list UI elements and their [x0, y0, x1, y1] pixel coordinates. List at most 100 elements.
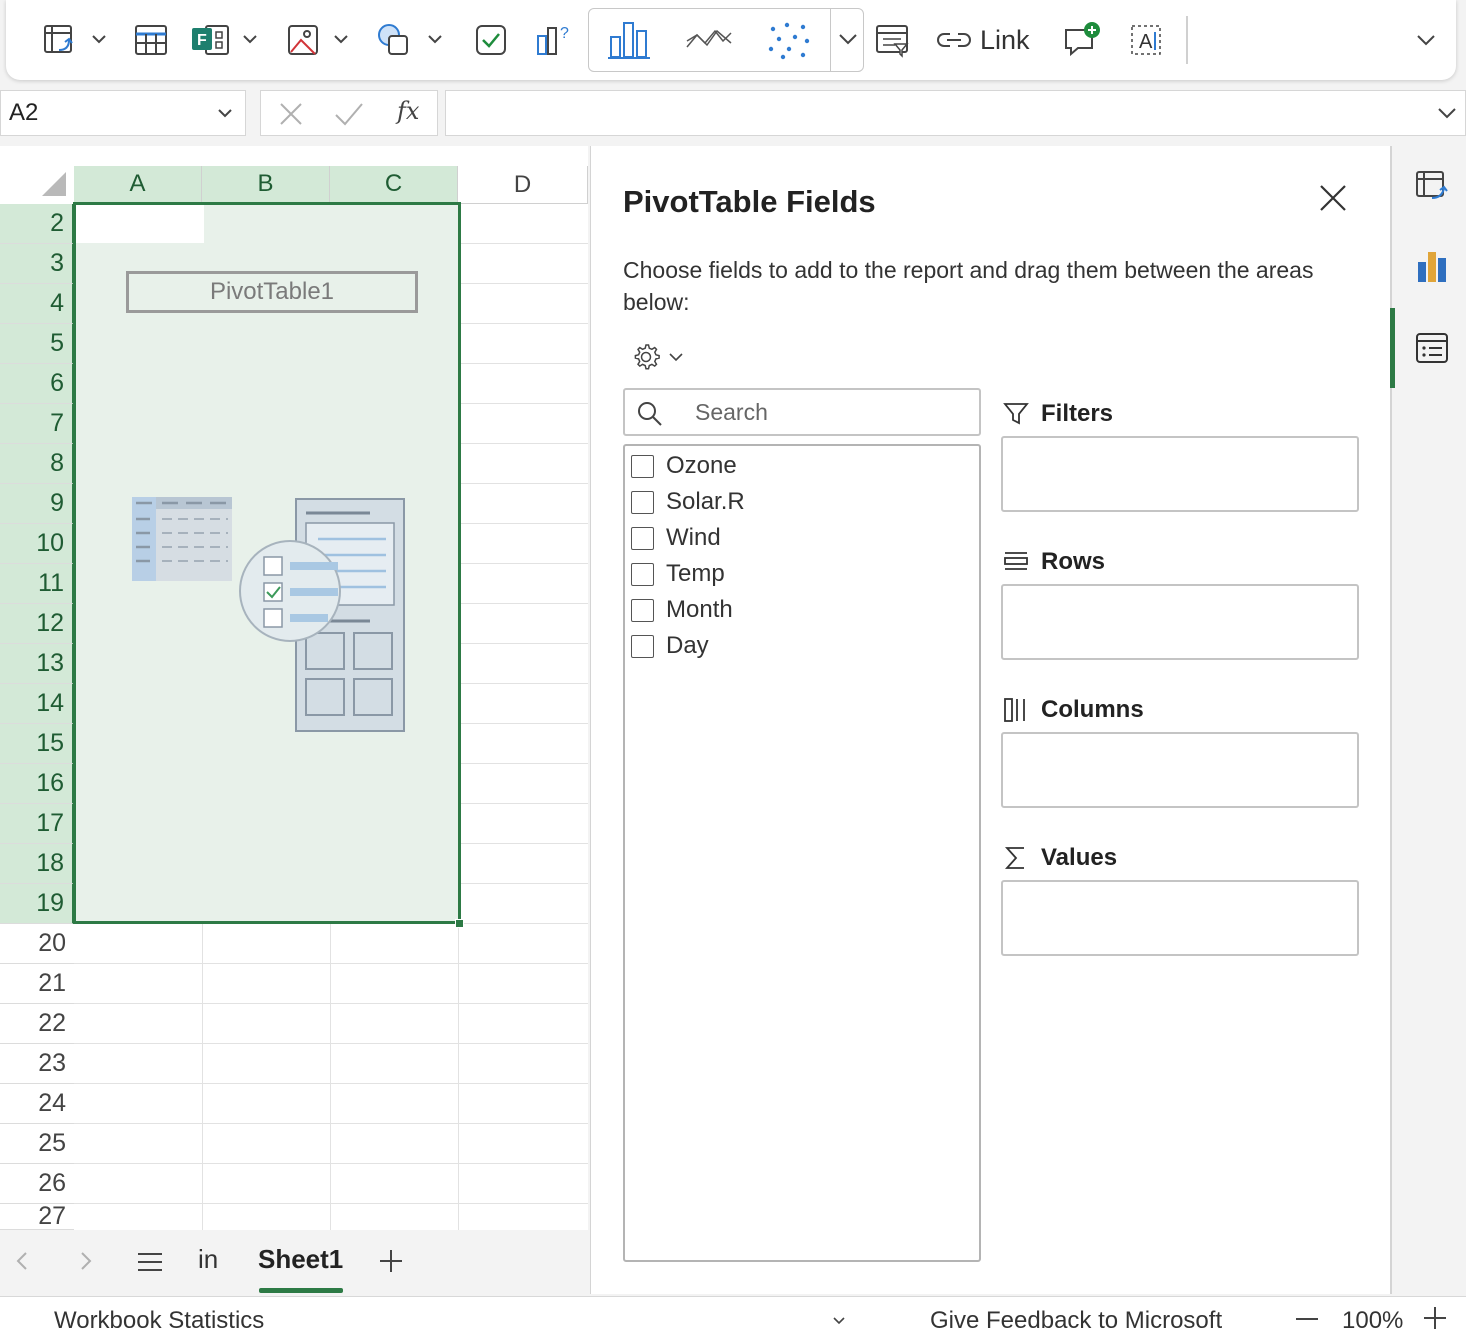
row-header[interactable]: 21	[0, 964, 74, 1004]
link-button[interactable]: Link	[936, 16, 1040, 64]
pivot-table-pane-icon[interactable]	[1414, 168, 1450, 204]
row-header[interactable]: 15	[0, 724, 74, 764]
chevron-down-icon[interactable]	[1435, 103, 1459, 123]
row-header[interactable]: 9	[0, 484, 74, 524]
row-header[interactable]: 7	[0, 404, 74, 444]
field-day[interactable]: Day	[631, 630, 709, 662]
row-header[interactable]: 4	[0, 284, 74, 324]
row-header[interactable]: 5	[0, 324, 74, 364]
give-feedback-link[interactable]: Give Feedback to Microsoft	[930, 1307, 1222, 1335]
checkbox-button[interactable]	[466, 16, 516, 64]
zoom-out-icon[interactable]	[1294, 1309, 1320, 1329]
row-header[interactable]: 27	[0, 1202, 74, 1230]
row-header[interactable]: 19	[0, 884, 74, 924]
cancel-icon[interactable]	[277, 100, 305, 128]
field-temp[interactable]: Temp	[631, 558, 725, 590]
row-header[interactable]: 8	[0, 444, 74, 484]
sheet-tab-sheet1[interactable]: Sheet1	[258, 1244, 343, 1275]
select-all-icon[interactable]	[40, 170, 68, 198]
row-header[interactable]: 25	[0, 1124, 74, 1164]
svg-text:?: ?	[560, 25, 569, 42]
columns-drop-zone[interactable]	[1001, 732, 1359, 808]
column-header-c[interactable]: C	[330, 166, 458, 204]
scroll-tabs-right-icon[interactable]	[76, 1250, 96, 1272]
recommended-charts-button[interactable]: ?	[530, 16, 582, 64]
search-input[interactable]	[695, 398, 965, 426]
row-header[interactable]: 18	[0, 844, 74, 884]
row-header[interactable]: 20	[0, 924, 74, 964]
line-chart-button[interactable]	[679, 15, 739, 63]
new-comment-button[interactable]	[1056, 16, 1106, 64]
row-gridline	[74, 1043, 588, 1044]
workbook-statistics-button[interactable]: Workbook Statistics	[54, 1307, 264, 1335]
field-ozone[interactable]: Ozone	[631, 450, 737, 482]
row-header[interactable]: 3	[0, 244, 74, 284]
chart-pane-icon[interactable]	[1414, 248, 1450, 284]
field-settings-button[interactable]	[631, 342, 691, 372]
row-header[interactable]: 26	[0, 1164, 74, 1204]
pivot-chart-button[interactable]	[868, 16, 918, 64]
column-header-b[interactable]: B	[202, 166, 330, 204]
row-header[interactable]: 13	[0, 644, 74, 684]
formula-controls: fx	[260, 90, 438, 136]
zoom-in-icon[interactable]	[1422, 1305, 1448, 1331]
rows-drop-zone[interactable]	[1001, 584, 1359, 660]
zoom-level[interactable]: 100%	[1342, 1307, 1403, 1335]
row-header[interactable]: 14	[0, 684, 74, 724]
row-header[interactable]: 16	[0, 764, 74, 804]
sheet-tab-in[interactable]: in	[198, 1244, 218, 1275]
formula-input[interactable]	[445, 90, 1466, 136]
row-header[interactable]: 12	[0, 604, 74, 644]
name-box[interactable]: A2	[0, 90, 246, 136]
field-checkbox[interactable]	[631, 454, 654, 478]
pivottable-fields-pane: PivotTable Fields Choose fields to add t…	[590, 146, 1390, 1294]
active-cell-a2[interactable]	[76, 205, 204, 243]
field-solar-r[interactable]: Solar.R	[631, 486, 745, 518]
row-header[interactable]: 2	[0, 204, 74, 244]
field-list-pane-icon[interactable]	[1414, 330, 1450, 366]
enter-icon[interactable]	[333, 100, 365, 128]
table-button[interactable]	[126, 16, 176, 64]
row-header[interactable]: 17	[0, 804, 74, 844]
row-header[interactable]: 10	[0, 524, 74, 564]
field-checkbox[interactable]	[631, 598, 654, 622]
columns-area-label: Columns	[1003, 694, 1144, 726]
row-header[interactable]: 24	[0, 1084, 74, 1124]
all-sheets-menu-icon[interactable]	[136, 1250, 164, 1274]
row-header[interactable]: 22	[0, 1004, 74, 1044]
gear-icon	[634, 344, 660, 370]
add-sheet-icon[interactable]	[378, 1248, 404, 1274]
field-checkbox[interactable]	[631, 634, 654, 658]
forms-button[interactable]: F	[186, 16, 270, 64]
field-checkbox[interactable]	[631, 490, 654, 514]
recommended-charts-icon: ?	[537, 25, 569, 55]
values-drop-zone[interactable]	[1001, 880, 1359, 956]
field-checkbox[interactable]	[631, 562, 654, 586]
pictures-button[interactable]	[284, 16, 360, 64]
filters-drop-zone[interactable]	[1001, 436, 1359, 512]
chevron-down-icon[interactable]	[830, 1315, 848, 1327]
field-wind[interactable]: Wind	[631, 522, 721, 554]
chart-gallery-more-button[interactable]	[833, 15, 863, 63]
pivot-table-placeholder[interactable]: PivotTable1	[73, 202, 461, 924]
fill-handle[interactable]	[455, 919, 464, 928]
close-icon[interactable]	[1317, 182, 1349, 214]
column-chart-button[interactable]	[599, 15, 659, 63]
field-label: Month	[666, 596, 733, 623]
column-header-a[interactable]: A	[74, 166, 202, 204]
column-header-d[interactable]: D	[458, 166, 588, 204]
ribbon-expand-button[interactable]	[1406, 16, 1446, 64]
row-header[interactable]: 11	[0, 564, 74, 604]
scatter-chart-button[interactable]	[759, 15, 819, 63]
field-month[interactable]: Month	[631, 594, 733, 626]
scroll-tabs-left-icon[interactable]	[12, 1250, 32, 1272]
pivot-table-button[interactable]	[36, 16, 116, 64]
field-checkbox[interactable]	[631, 526, 654, 550]
link-label: Link	[980, 24, 1030, 55]
rows-icon	[1004, 552, 1028, 570]
text-box-button[interactable]: A	[1122, 16, 1172, 64]
shapes-button[interactable]	[374, 16, 454, 64]
row-header[interactable]: 23	[0, 1044, 74, 1084]
insert-function-button[interactable]: fx	[397, 97, 419, 125]
row-header[interactable]: 6	[0, 364, 74, 404]
